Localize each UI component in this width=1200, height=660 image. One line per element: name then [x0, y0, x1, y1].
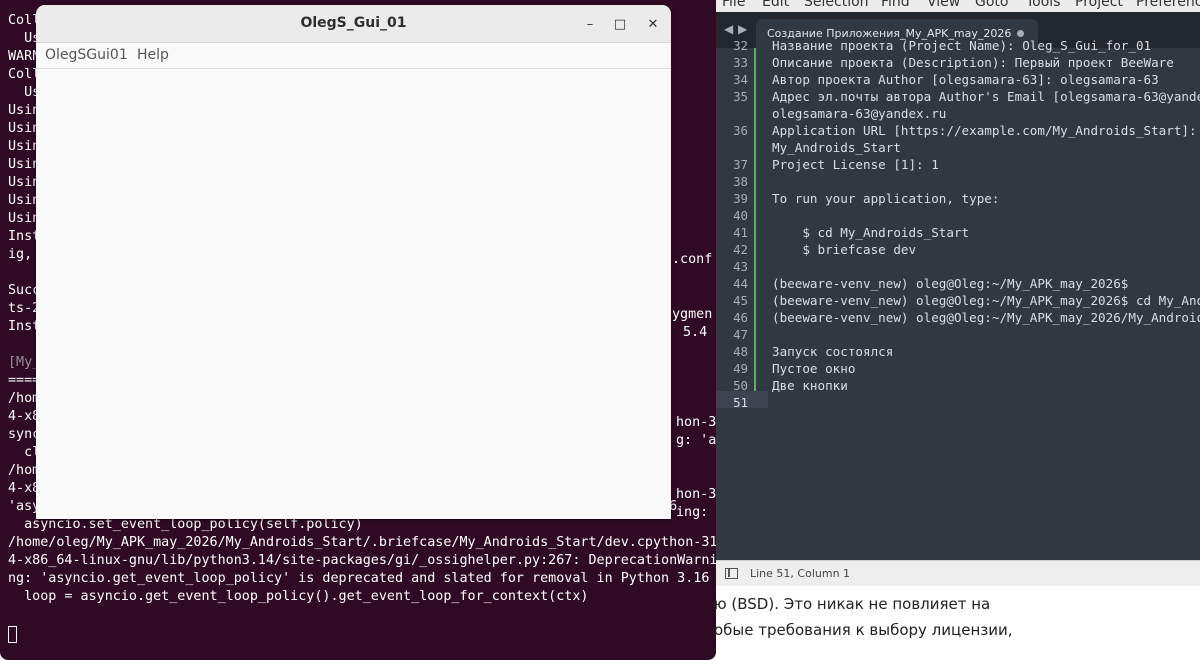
terminal-line: ng: 'asyncio.get_event_loop_policy' is d…: [8, 571, 710, 586]
terminal-cursor: [8, 626, 17, 643]
code-line[interactable]: $ briefcase dev: [772, 242, 916, 257]
code-line[interactable]: Application URL [https://example.com/My_…: [772, 123, 1197, 138]
menu-app[interactable]: OlegSGui01: [45, 47, 128, 63]
code-line[interactable]: Адрес эл.почты автора Author's Email [ol…: [772, 89, 1200, 104]
line-number: 48: [733, 344, 748, 359]
menu-file[interactable]: File: [722, 0, 745, 10]
line-number: 41: [733, 225, 748, 240]
line-number: 35: [733, 89, 748, 104]
editor-statusbar: Line 51, Column 1: [716, 560, 1200, 586]
text-editor-window[interactable]: File Edit Selection Find View Goto Tools…: [716, 0, 1200, 586]
terminal-line-fragment: hon-31: [676, 487, 716, 502]
modified-lines-marker: [754, 48, 756, 391]
code-line[interactable]: Автор проекта Author [olegsamara-63]: ol…: [772, 72, 1159, 87]
menu-edit[interactable]: Edit: [762, 0, 789, 10]
tab-prev-icon[interactable]: ◀: [724, 22, 733, 36]
code-line[interactable]: (beeware-venv_new) oleg@Oleg:~/My_APK_ma…: [772, 293, 1200, 308]
maximize-button[interactable]: □: [609, 13, 631, 35]
page-text-line: обые требования к выбору лицензии,: [714, 621, 1013, 639]
line-number: 51: [733, 395, 748, 410]
line-number: 39: [733, 191, 748, 206]
menu-help[interactable]: Help: [137, 47, 169, 63]
code-line[interactable]: My_Androids_Start: [772, 140, 901, 155]
terminal-line: 4-x86_64-linux-gnu/lib/python3.14/site-p…: [8, 553, 716, 568]
close-button[interactable]: ✕: [642, 13, 664, 35]
code-line[interactable]: $ cd My_Androids_Start: [772, 225, 969, 240]
terminal-line-fragment: 5.4: [683, 325, 708, 340]
line-number: 34: [733, 72, 748, 87]
line-number: 46: [733, 310, 748, 325]
unsaved-dot-icon[interactable]: [1017, 30, 1024, 37]
line-number: 44: [733, 276, 748, 291]
line-number: 42: [733, 242, 748, 257]
line-number: 32: [733, 38, 748, 53]
code-line[interactable]: To run your application, type:: [772, 191, 999, 206]
tab-next-icon[interactable]: ▶: [738, 22, 747, 36]
cursor-position: Line 51, Column 1: [750, 567, 851, 580]
sidebar-toggle-icon[interactable]: [725, 568, 738, 579]
menu-preferences[interactable]: Preferences: [1136, 0, 1200, 10]
line-number: 49: [733, 361, 748, 376]
line-number: 36: [733, 123, 748, 138]
menu-find[interactable]: Find: [881, 0, 910, 10]
code-line[interactable]: Project License [1]: 1: [772, 157, 939, 172]
menu-tools[interactable]: Tools: [1026, 0, 1061, 10]
terminal-line-fragment: ing:: [676, 505, 709, 520]
line-number: 45: [733, 293, 748, 308]
line-number: 38: [733, 174, 748, 189]
app-titlebar[interactable]: OlegS_Gui_01 – □ ✕: [36, 5, 671, 43]
minimize-button[interactable]: –: [579, 13, 601, 35]
code-line[interactable]: olegsamara-63@yandex.ru: [772, 106, 946, 121]
line-number: 50: [733, 378, 748, 393]
app-title: OlegS_Gui_01: [300, 15, 407, 31]
line-number: 37: [733, 157, 748, 172]
menu-project[interactable]: Project: [1075, 0, 1123, 10]
app-window[interactable]: OlegS_Gui_01 – □ ✕ OlegSGui01 Help: [36, 5, 671, 519]
code-line[interactable]: Описание проекта (Description): Первый п…: [772, 55, 1174, 70]
terminal-line: /home/oleg/My_APK_may_2026/My_Androids_S…: [8, 535, 716, 550]
line-number: 47: [733, 327, 748, 342]
code-line[interactable]: Название проекта (Project Name): Oleg_S_…: [772, 38, 1151, 53]
line-number: 43: [733, 259, 748, 274]
browser-page-fragment: ю (BSD). Это никак не повлияет на обые т…: [714, 586, 1200, 660]
editor-menubar: File Edit Selection Find View Goto Tools…: [716, 0, 1200, 12]
terminal-line-fragment: hon-31: [676, 415, 716, 430]
code-line[interactable]: Запуск состоялся: [772, 344, 893, 359]
code-line[interactable]: Две кнопки: [772, 378, 848, 393]
terminal-line-fragment: g: 'a: [676, 433, 716, 448]
app-menubar: OlegSGui01 Help: [36, 43, 671, 69]
terminal-line-fragment: ygmen: [672, 307, 713, 322]
app-content-area: [36, 69, 671, 519]
terminal-line-fragment: .conf: [672, 252, 713, 267]
menu-selection[interactable]: Selection: [804, 0, 869, 10]
line-number: 33: [733, 55, 748, 70]
line-number: 40: [733, 208, 748, 223]
terminal-line: loop = asyncio.get_event_loop_policy().g…: [8, 589, 589, 604]
code-line[interactable]: (beeware-venv_new) oleg@Oleg:~/My_APK_ma…: [772, 310, 1200, 325]
menu-view[interactable]: View: [927, 0, 960, 10]
code-line[interactable]: (beeware-venv_new) oleg@Oleg:~/My_APK_ma…: [772, 276, 1128, 291]
page-text-line: ю (BSD). Это никак не повлияет на: [714, 595, 991, 613]
menu-goto[interactable]: Goto: [975, 0, 1008, 10]
code-line[interactable]: Пустое окно: [772, 361, 855, 376]
